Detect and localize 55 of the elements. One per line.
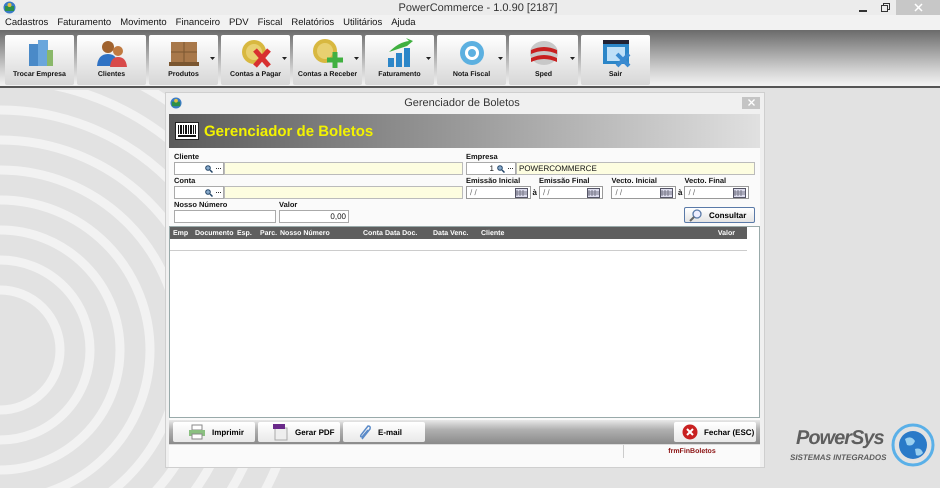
search-icon[interactable]	[497, 164, 505, 172]
code-field[interactable]	[174, 162, 224, 175]
search-icon[interactable]	[205, 188, 213, 196]
account-name-field[interactable]	[224, 186, 463, 199]
date-field[interactable]: / /	[466, 186, 531, 199]
people-icon	[94, 38, 128, 68]
paperclip-icon	[358, 424, 372, 440]
menu-item[interactable]: Faturamento	[57, 17, 112, 28]
search-icon	[689, 208, 703, 222]
menu-item[interactable]: Utilitários	[343, 17, 382, 28]
calendar-icon[interactable]	[660, 188, 673, 198]
printer-icon	[188, 424, 206, 440]
caret-icon[interactable]	[498, 57, 503, 60]
menu-item[interactable]: Movimento	[120, 17, 167, 28]
calendar-icon[interactable]	[732, 188, 746, 198]
coin-plus-icon	[310, 38, 344, 68]
document-icon	[273, 424, 289, 440]
search-icon[interactable]	[205, 164, 213, 172]
dialog-title: Gerenciador de Boletos	[403, 96, 521, 108]
client-name-field[interactable]	[224, 162, 463, 175]
search-button[interactable]: Consultar	[684, 207, 755, 223]
menu-item[interactable]: Relatórios	[291, 17, 334, 28]
company-name-field[interactable]: POWERCOMMERCE	[516, 162, 755, 175]
email-button[interactable]: E-mail	[343, 422, 425, 442]
caret-icon[interactable]	[426, 57, 431, 60]
amount-field[interactable]: 0,00	[279, 210, 349, 223]
menu-item[interactable]: Fiscal	[258, 17, 282, 28]
date-field[interactable]: / /	[684, 186, 749, 199]
brand-logo: PowerSys SISTEMAS INTEGRADOS	[790, 425, 935, 467]
date-separator: à	[678, 187, 682, 199]
date-field[interactable]: / /	[538, 186, 604, 199]
code-field[interactable]	[174, 186, 224, 199]
pdf-button[interactable]: Gerar PDF	[258, 422, 340, 442]
menu-item[interactable]: PDV	[229, 17, 249, 28]
barcode-icon	[175, 122, 199, 140]
date-separator: à	[532, 187, 537, 199]
date-field[interactable]: / /	[611, 186, 676, 199]
caret-icon[interactable]	[570, 57, 575, 60]
menu-item[interactable]: Financeiro	[176, 17, 220, 28]
number-field[interactable]	[174, 210, 276, 223]
app-logo-icon	[3, 1, 16, 14]
app-logo-icon	[170, 96, 182, 108]
calendar-icon[interactable]	[587, 188, 600, 198]
close-icon	[682, 424, 698, 440]
menu-item[interactable]: Ajuda	[391, 17, 416, 28]
close-button[interactable]: Fechar (ESC)	[674, 422, 756, 442]
header-title: Gerenciador de Boletos	[204, 122, 374, 140]
caret-icon[interactable]	[282, 57, 287, 60]
window-title: PowerCommerce - 1.0.90 [2187]	[398, 2, 558, 14]
calendar-icon[interactable]	[514, 188, 528, 198]
caret-icon[interactable]	[354, 57, 359, 60]
menu-item[interactable]: Cadastros	[5, 17, 48, 28]
print-button[interactable]: Imprimir	[173, 422, 255, 442]
code-field[interactable]: 1	[466, 162, 516, 175]
caret-icon[interactable]	[210, 57, 215, 60]
